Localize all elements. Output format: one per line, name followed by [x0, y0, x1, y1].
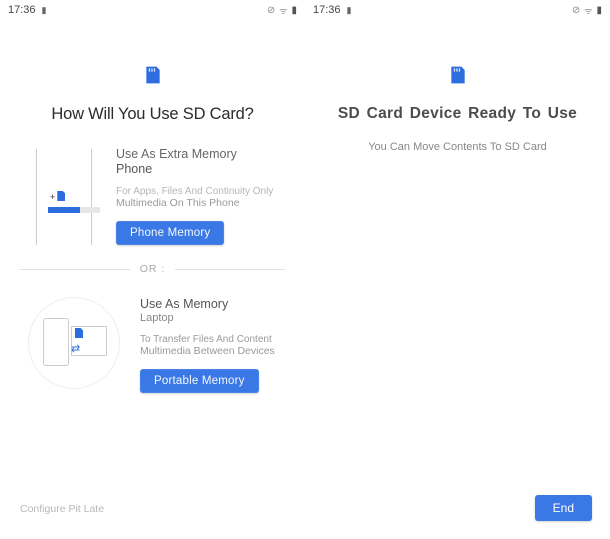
ready-subtitle: You Can Move Contents To SD Card [305, 141, 610, 153]
sd-status-icon: ▮ [347, 5, 352, 16]
sd-card-icon [448, 65, 468, 85]
option2-sub: Laptop [140, 312, 285, 324]
phone-illustration: + [18, 147, 100, 249]
option-portable-memory: ⇄ Use As Memory Laptop To Transfer Files… [0, 289, 305, 393]
option2-desc1: To Transfer Files And Content [140, 334, 285, 345]
status-time: 17:36 [8, 4, 36, 16]
phone-memory-button[interactable]: Phone Memory [116, 221, 224, 245]
battery-icon: ▮ [596, 5, 602, 16]
sd-mini-icon [75, 328, 83, 338]
page-title: How Will You Use SD Card? [0, 105, 305, 124]
option-phone-memory: + Use As Extra Memory Phone For Apps, Fi… [0, 139, 305, 249]
divider-label: OR : [130, 263, 176, 275]
ready-title: SD Card Device Ready To Use [305, 105, 610, 123]
option2-heading: Use As Memory [140, 297, 285, 311]
option1-sub: Phone [116, 162, 285, 176]
plus-icon: + [50, 192, 55, 202]
option1-desc2: Multimedia On This Phone [116, 197, 285, 209]
setup-panel-right: 17:36 ▮ ⊘ ᯤ ▮ SD Card Device Ready To Us… [305, 0, 610, 539]
option1-desc1: For Apps, Files And Continuity Only [116, 186, 285, 197]
portable-memory-button[interactable]: Portable Memory [140, 369, 259, 393]
option2-desc2: Multimedia Between Devices [140, 345, 285, 357]
status-bar: 17:36 ▮ ⊘ ᯤ ▮ [0, 0, 305, 20]
sd-mini-icon [57, 191, 65, 201]
transfer-arrows-icon: ⇄ [71, 342, 80, 355]
status-bar: 17:36 ▮ ⊘ ᯤ ▮ [305, 0, 610, 20]
data-off-icon: ⊘ [267, 5, 275, 16]
wifi-icon: ᯤ [279, 4, 287, 17]
sd-card-icon [143, 65, 163, 85]
sd-status-icon: ▮ [42, 5, 47, 16]
wifi-icon: ᯤ [584, 4, 592, 17]
setup-panel-left: 17:36 ▮ ⊘ ᯤ ▮ How Will You Use SD Card? … [0, 0, 305, 539]
or-divider: OR : [20, 263, 285, 275]
configure-later-link[interactable]: Configure Pit Late [20, 503, 104, 515]
option1-heading: Use As Extra Memory [116, 147, 285, 161]
data-off-icon: ⊘ [572, 5, 580, 16]
battery-icon: ▮ [291, 5, 297, 16]
status-time: 17:36 [313, 4, 341, 16]
portable-illustration: ⇄ [28, 297, 120, 389]
end-button[interactable]: End [535, 495, 592, 521]
